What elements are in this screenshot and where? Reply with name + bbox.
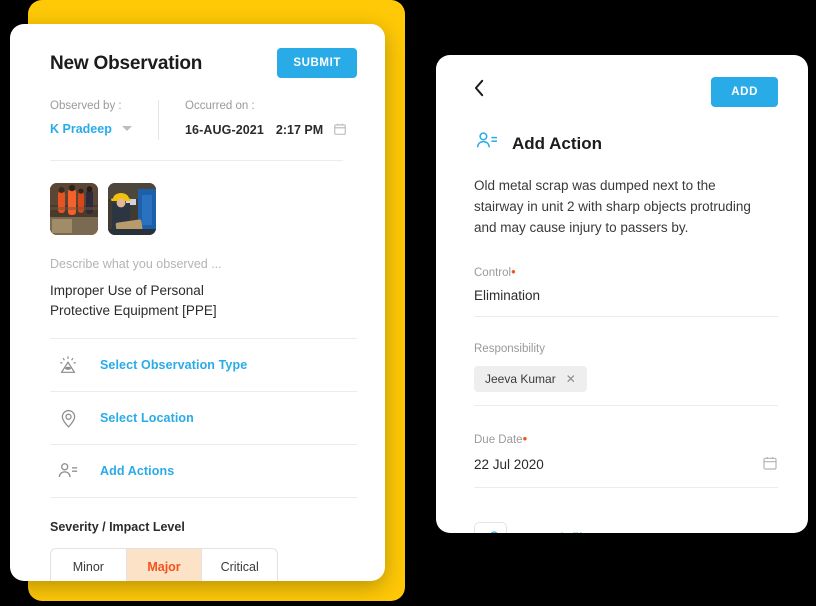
observed-by-field[interactable]: Observed by : K Pradeep: [50, 100, 158, 136]
person-list-icon: [474, 129, 500, 158]
photo-thumbnails: [50, 183, 357, 235]
describe-value[interactable]: Improper Use of Personal Protective Equi…: [50, 281, 265, 320]
occurred-on-value-row[interactable]: 16-AUG-2021 2:17 PM: [185, 122, 347, 139]
location-pin-icon: [56, 406, 80, 430]
describe-placeholder: Describe what you observed ...: [50, 257, 222, 271]
severity-option-critical[interactable]: Critical: [201, 549, 277, 581]
severity-selector[interactable]: Minor Major Critical: [50, 548, 278, 581]
select-location-label: Select Location: [100, 411, 194, 426]
required-marker: •: [522, 430, 528, 446]
page-title: New Observation: [50, 53, 203, 74]
add-actions-label: Add Actions: [100, 464, 175, 479]
control-label: Control•: [474, 265, 778, 279]
field-underline: [474, 404, 778, 406]
photo-workers-safety-vests[interactable]: [50, 183, 98, 235]
occurred-on-label: Occurred on :: [185, 100, 255, 112]
attach-files-row[interactable]: Attach files: [474, 521, 778, 533]
paperclip-icon[interactable]: [474, 521, 507, 533]
close-icon[interactable]: ✕: [566, 373, 576, 385]
add-action-title: Add Action: [512, 133, 603, 153]
control-value: Elimination: [474, 287, 541, 303]
add-action-card: ADD Add Action Old metal scrap was dumpe…: [436, 55, 808, 533]
person-list-icon: [56, 459, 80, 483]
due-date-label: Due Date•: [474, 432, 778, 446]
add-actions-row[interactable]: Add Actions: [50, 445, 357, 499]
chevron-left-icon[interactable]: [474, 77, 493, 107]
due-date-value-row[interactable]: 22 Jul 2020: [474, 455, 778, 474]
observation-options-list: Select Observation Type Select Location: [50, 338, 357, 499]
divider: [50, 160, 343, 161]
responsibility-label: Responsibility: [474, 342, 545, 355]
due-date-value: 22 Jul 2020: [474, 456, 544, 472]
select-observation-type-label: Select Observation Type: [100, 358, 248, 373]
control-value-row[interactable]: Elimination: [474, 288, 778, 303]
select-observation-type-row[interactable]: Select Observation Type: [50, 338, 357, 393]
field-underline: [474, 315, 778, 317]
responsibility-field[interactable]: Responsibility Jeeva Kumar ✕: [474, 343, 778, 406]
severity-option-minor[interactable]: Minor: [51, 549, 126, 581]
submit-button[interactable]: SUBMIT: [277, 48, 357, 78]
add-button[interactable]: ADD: [711, 77, 778, 107]
observed-by-value: K Pradeep: [50, 121, 112, 136]
occurred-on-time: 2:17 PM: [275, 123, 324, 138]
action-description: Old metal scrap was dumped next to the s…: [474, 178, 751, 235]
observed-by-value-row[interactable]: K Pradeep: [50, 122, 158, 136]
observation-meta-row: Observed by : K Pradeep Occurred on : 16…: [50, 100, 357, 140]
due-date-field[interactable]: Due Date• 22 Jul 2020: [474, 432, 778, 488]
severity-option-major[interactable]: Major: [125, 549, 202, 581]
severity-title: Severity / Impact Level: [50, 520, 185, 535]
responsibility-chip[interactable]: Jeeva Kumar ✕: [474, 365, 587, 392]
observation-header: New Observation SUBMIT: [50, 48, 357, 78]
occurred-on-field[interactable]: Occurred on : 16-AUG-2021 2:17 PM: [158, 100, 347, 140]
observation-alert-icon: [56, 353, 80, 377]
attach-files-label[interactable]: Attach files: [529, 531, 596, 533]
new-observation-card: New Observation SUBMIT Observed by : K P…: [10, 24, 385, 581]
calendar-icon[interactable]: [762, 455, 778, 474]
select-location-row[interactable]: Select Location: [50, 392, 357, 446]
add-action-title-row: Add Action: [474, 129, 778, 158]
required-marker: •: [511, 263, 516, 279]
add-action-header: ADD: [474, 77, 778, 107]
responsibility-chip-label: Jeeva Kumar: [485, 371, 556, 386]
control-field[interactable]: Control• Elimination: [474, 265, 778, 317]
screenshot-root: New Observation SUBMIT Observed by : K P…: [0, 0, 816, 606]
occurred-on-date: 16-AUG-2021: [185, 123, 264, 138]
photo-worker-hardhat[interactable]: [108, 183, 156, 235]
field-underline: [474, 486, 778, 488]
due-date-label-text: Due Date: [474, 433, 523, 446]
calendar-icon[interactable]: [333, 122, 347, 139]
control-label-text: Control: [474, 266, 512, 279]
observed-by-label: Observed by :: [50, 100, 122, 112]
chevron-down-icon[interactable]: [121, 126, 132, 132]
